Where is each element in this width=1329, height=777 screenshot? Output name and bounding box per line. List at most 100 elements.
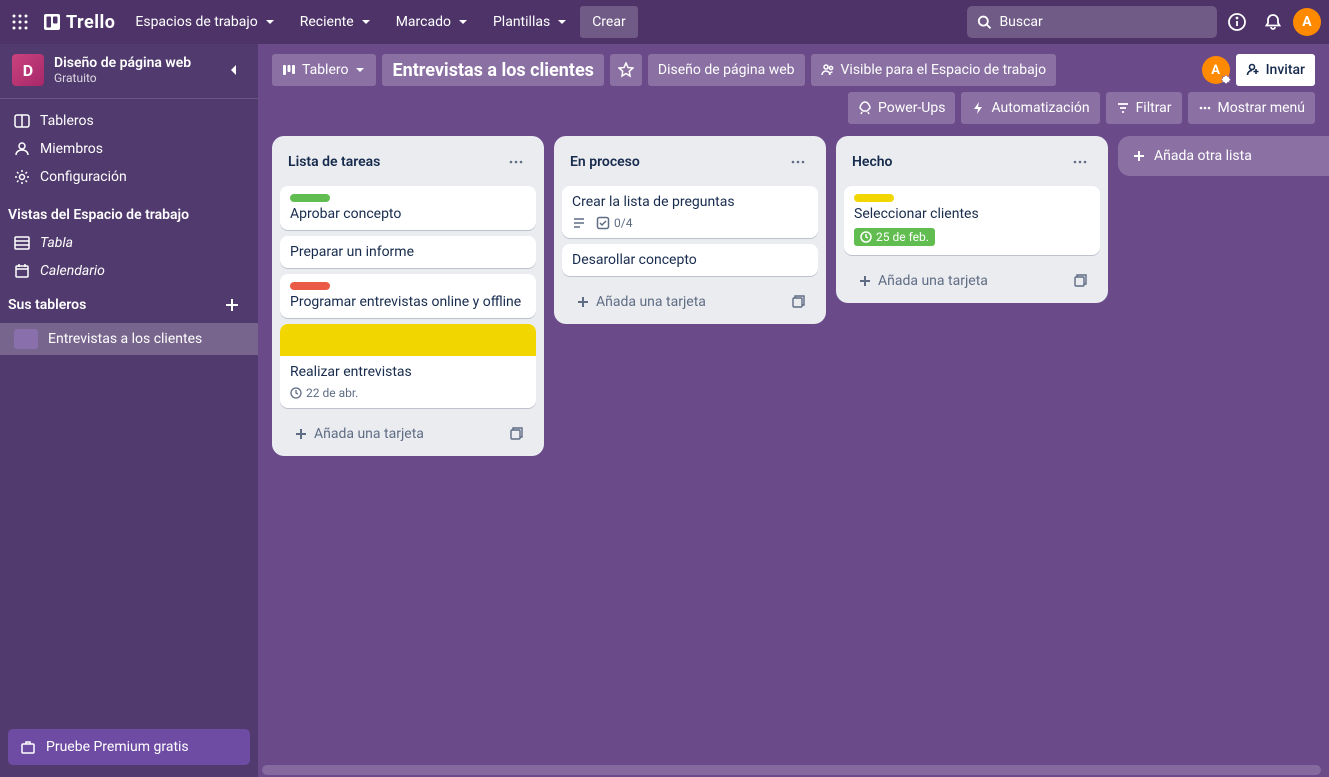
sidebar: D Diseño de página web Gratuito Tableros…: [0, 44, 258, 777]
board-color-swatch: [14, 329, 38, 349]
list-menu-button[interactable]: [502, 148, 530, 176]
description-badge: [572, 216, 586, 230]
info-button[interactable]: [1221, 6, 1253, 38]
create-button[interactable]: Crear: [580, 6, 638, 38]
card-title: Aprobar concepto: [290, 206, 526, 222]
your-boards-heading: Sus tableros: [0, 285, 258, 323]
sidebar-collapse[interactable]: [222, 58, 246, 82]
chevron-down-icon: [264, 16, 276, 28]
list-header: Hecho: [844, 146, 1100, 180]
list: En proceso Crear la lista de preguntas 0…: [554, 136, 826, 324]
clock-icon: [860, 231, 872, 243]
automation-button[interactable]: Automatización: [961, 92, 1099, 124]
nav-recent[interactable]: Reciente: [288, 6, 384, 38]
nav-templates[interactable]: Plantillas: [481, 6, 580, 38]
sidebar-item-members[interactable]: Miembros: [0, 135, 258, 163]
card[interactable]: Preparar un informe: [280, 236, 536, 268]
search-input[interactable]: [999, 14, 1207, 30]
sidebar-nav: Tableros Miembros Configuración: [0, 99, 258, 199]
sidebar-item-table[interactable]: Tabla: [0, 229, 258, 257]
chevron-left-icon: [226, 62, 242, 78]
list-header: En proceso: [562, 146, 818, 180]
template-icon: [1072, 273, 1088, 289]
due-badge: 22 de abr.: [290, 386, 358, 400]
gear-icon: [14, 169, 30, 185]
card[interactable]: Seleccionar clientes 25 de feb.: [844, 186, 1100, 255]
invite-button[interactable]: Invitar: [1236, 54, 1315, 86]
plus-icon: [225, 298, 239, 312]
checklist-badge: 0/4: [596, 216, 632, 230]
trello-icon: [44, 14, 60, 30]
board-header: Tablero Entrevistas a los clientes Diseñ…: [258, 44, 1329, 132]
plus-icon: [294, 427, 308, 441]
card-cover-yellow: [280, 324, 536, 356]
board-member-avatar[interactable]: A: [1202, 56, 1230, 84]
workspace-link[interactable]: Diseño de página web: [648, 54, 805, 86]
add-card-row: Añada una tarjeta: [844, 261, 1100, 295]
rocket-icon: [858, 101, 872, 115]
list: Lista de tareas Aprobar concepto Prepara…: [272, 136, 544, 456]
powerups-button[interactable]: Power-Ups: [848, 92, 955, 124]
workspace-icon: D: [12, 54, 44, 86]
list-title[interactable]: En proceso: [570, 154, 640, 170]
list-title[interactable]: Lista de tareas: [288, 154, 380, 170]
workspace-name: Diseño de página web: [54, 55, 212, 71]
list-title[interactable]: Hecho: [852, 154, 892, 170]
plus-icon: [1132, 149, 1146, 163]
main: D Diseño de página web Gratuito Tableros…: [0, 44, 1329, 777]
add-list-button[interactable]: Añada otra lista: [1118, 136, 1329, 176]
card[interactable]: Aprobar concepto: [280, 186, 536, 230]
list-menu-button[interactable]: [784, 148, 812, 176]
visibility-button[interactable]: Visible para el Espacio de trabajo: [811, 54, 1057, 86]
clock-icon: [290, 387, 302, 399]
sidebar-item-settings[interactable]: Configuración: [0, 163, 258, 191]
chevron-down-icon: [360, 16, 372, 28]
add-board-button[interactable]: [220, 293, 244, 317]
card[interactable]: Programar entrevistas online y offline: [280, 274, 536, 318]
template-button[interactable]: [784, 290, 812, 314]
add-card-button[interactable]: Añada una tarjeta: [286, 420, 502, 448]
card[interactable]: Desarollar concepto: [562, 244, 818, 276]
premium-cta[interactable]: Pruebe Premium gratis: [8, 729, 250, 765]
filter-button[interactable]: Filtrar: [1106, 92, 1182, 124]
card-title: Crear la lista de preguntas: [572, 194, 808, 210]
add-list: Añada otra lista: [1118, 136, 1329, 176]
sidebar-board-item[interactable]: Entrevistas a los clientes: [0, 323, 258, 355]
apps-switcher[interactable]: [4, 6, 36, 38]
star-icon: [618, 62, 634, 78]
header-right: A: [967, 6, 1325, 38]
horizontal-scrollbar[interactable]: [262, 765, 1321, 775]
list-menu-button[interactable]: [1066, 148, 1094, 176]
workspace-plan: Gratuito: [54, 71, 212, 85]
lists-container: Lista de tareas Aprobar concepto Prepara…: [258, 132, 1329, 777]
star-button[interactable]: [610, 54, 642, 86]
add-card-button[interactable]: Añada una tarjeta: [568, 288, 784, 316]
admin-badge-icon: [1220, 74, 1232, 86]
sidebar-item-calendar[interactable]: Calendario: [0, 257, 258, 285]
board-title[interactable]: Entrevistas a los clientes: [382, 54, 603, 86]
workspace-info: Diseño de página web Gratuito: [54, 55, 212, 85]
due-done-badge: 25 de feb.: [854, 228, 935, 246]
user-avatar[interactable]: A: [1293, 8, 1321, 36]
search-box[interactable]: [967, 6, 1217, 38]
nav-starred[interactable]: Marcado: [384, 6, 481, 38]
template-button[interactable]: [502, 422, 530, 446]
board-header-row2: Power-Ups Automatización Filtrar Mostrar…: [272, 86, 1315, 132]
view-switcher[interactable]: Tablero: [272, 54, 376, 86]
sidebar-item-boards[interactable]: Tableros: [0, 107, 258, 135]
notifications-button[interactable]: [1257, 6, 1289, 38]
views-heading: Vistas del Espacio de trabajo: [0, 199, 258, 229]
nav-workspaces[interactable]: Espacios de trabajo: [123, 6, 287, 38]
show-menu-button[interactable]: Mostrar menú: [1188, 92, 1315, 124]
add-card-button[interactable]: Añada una tarjeta: [850, 267, 1066, 295]
card-title: Programar entrevistas online y offline: [290, 294, 526, 310]
card-title: Seleccionar clientes: [854, 206, 1090, 222]
add-card-row: Añada una tarjeta: [280, 414, 536, 448]
card[interactable]: Realizar entrevistas 22 de abr.: [280, 324, 536, 408]
card-label-yellow: [854, 194, 894, 202]
template-icon: [508, 426, 524, 442]
board-icon: [14, 113, 30, 129]
card[interactable]: Crear la lista de preguntas 0/4: [562, 186, 818, 238]
template-button[interactable]: [1066, 269, 1094, 293]
trello-logo[interactable]: Trello: [36, 6, 123, 38]
